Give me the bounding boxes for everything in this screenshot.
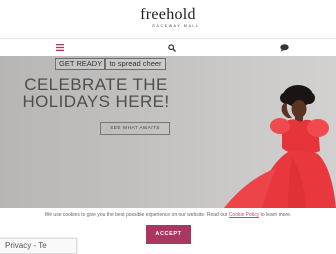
hero-banner: GET READY to spread cheer CELEBRATE THE … — [0, 56, 336, 208]
hamburger-menu-icon — [56, 44, 64, 51]
menu-button[interactable] — [40, 39, 80, 56]
hero-tag-get-ready: GET READY — [55, 58, 105, 70]
nav-bar — [0, 38, 336, 57]
hero-headline-line-2: HOLIDAYS HERE! — [22, 92, 170, 111]
logo-wordmark: freehold — [140, 6, 196, 23]
chat-bubble-icon — [279, 43, 289, 52]
search-button[interactable] — [152, 39, 192, 56]
hero-headline: CELEBRATE THE HOLIDAYS HERE! — [0, 76, 192, 110]
cookie-text-before: We use cookies to give you the best poss… — [44, 212, 229, 218]
site-header: freehold RACEWAY MALL — [0, 0, 336, 38]
cookie-policy-link[interactable]: Cookie Policy — [229, 212, 259, 218]
search-icon — [168, 43, 176, 52]
cookie-text-after: to learn more. — [259, 212, 292, 218]
see-what-awaits-button[interactable]: SEE WHAT AWAITS — [100, 122, 170, 135]
hero-tag-spread-cheer: to spread cheer — [105, 58, 166, 70]
hero-model-image — [224, 85, 336, 208]
mall-logo[interactable]: freehold RACEWAY MALL — [0, 6, 336, 29]
recaptcha-privacy-link[interactable]: Privacy - Te — [5, 241, 47, 250]
accept-cookies-button[interactable]: ACCEPT — [146, 225, 191, 244]
logo-subtitle: RACEWAY MALL — [152, 24, 200, 28]
hero-headline-line-1: CELEBRATE THE — [24, 75, 168, 94]
chat-button[interactable] — [264, 39, 304, 56]
cookie-message: We use cookies to give you the best poss… — [0, 212, 336, 218]
